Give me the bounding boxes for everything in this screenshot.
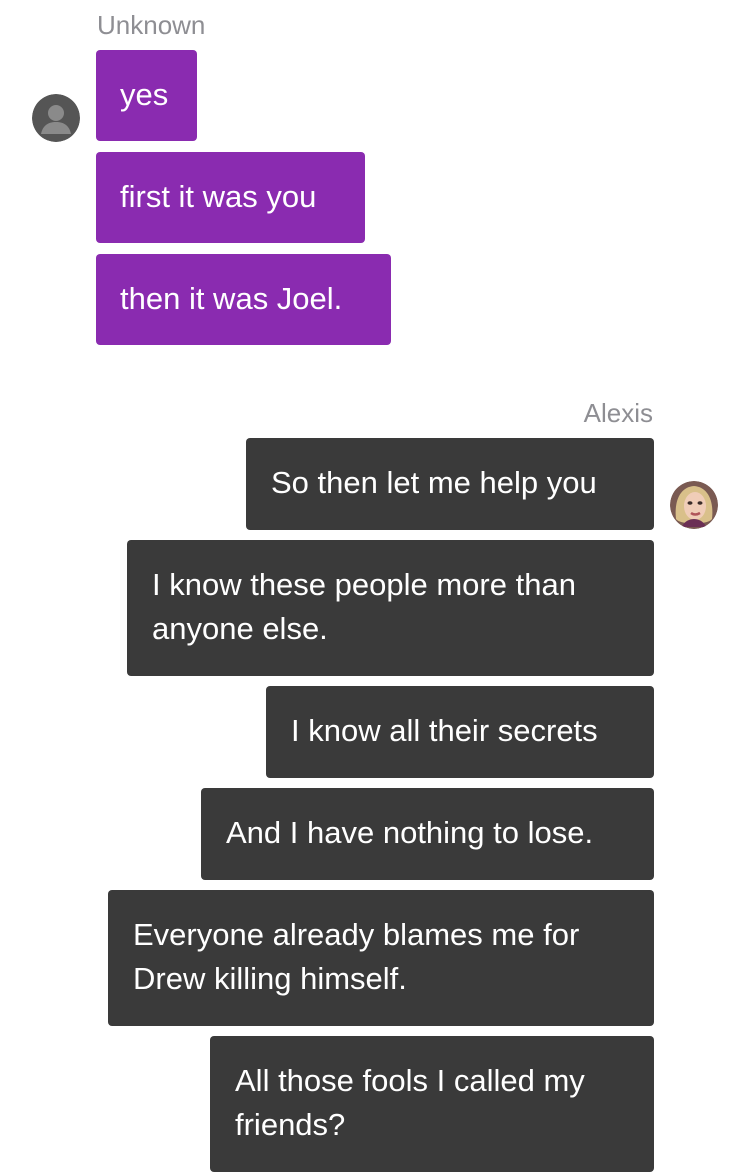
message-bubble[interactable]: Everyone already blames me for Drew kill… <box>108 890 654 1026</box>
default-user-icon[interactable] <box>32 94 80 142</box>
sender-name-alexis: Alexis <box>583 398 653 428</box>
message-text: yes <box>120 77 169 112</box>
message-text-line: anyone else. <box>152 611 328 646</box>
message-text: first it was you <box>120 179 317 214</box>
message-text-line: Everyone already blames me for <box>133 917 580 952</box>
message-bubble[interactable]: And I have nothing to lose. <box>201 788 654 880</box>
message-bubble[interactable]: All those fools I called my friends? <box>210 1036 654 1172</box>
message-text: I know all their secrets <box>291 713 598 748</box>
sender-name-unknown: Unknown <box>97 10 206 40</box>
message-bubble[interactable]: So then let me help you <box>246 438 654 530</box>
message-text-line: Drew killing himself. <box>133 961 407 996</box>
alexis-avatar[interactable] <box>670 481 718 529</box>
message-text: then it was Joel. <box>120 281 343 316</box>
message-bubble[interactable]: yes <box>96 50 197 141</box>
message-text: So then let me help you <box>271 465 597 500</box>
message-text-line: All those fools I called my <box>235 1063 585 1098</box>
message-text: And I have nothing to lose. <box>226 815 594 850</box>
message-text-line: friends? <box>235 1107 346 1142</box>
message-bubble[interactable]: I know these people more than anyone els… <box>127 540 654 676</box>
message-bubble[interactable]: I know all their secrets <box>266 686 654 778</box>
message-bubble[interactable]: first it was you <box>96 152 365 243</box>
message-bubble[interactable]: then it was Joel. <box>96 254 391 345</box>
message-text-line: I know these people more than <box>152 567 576 602</box>
